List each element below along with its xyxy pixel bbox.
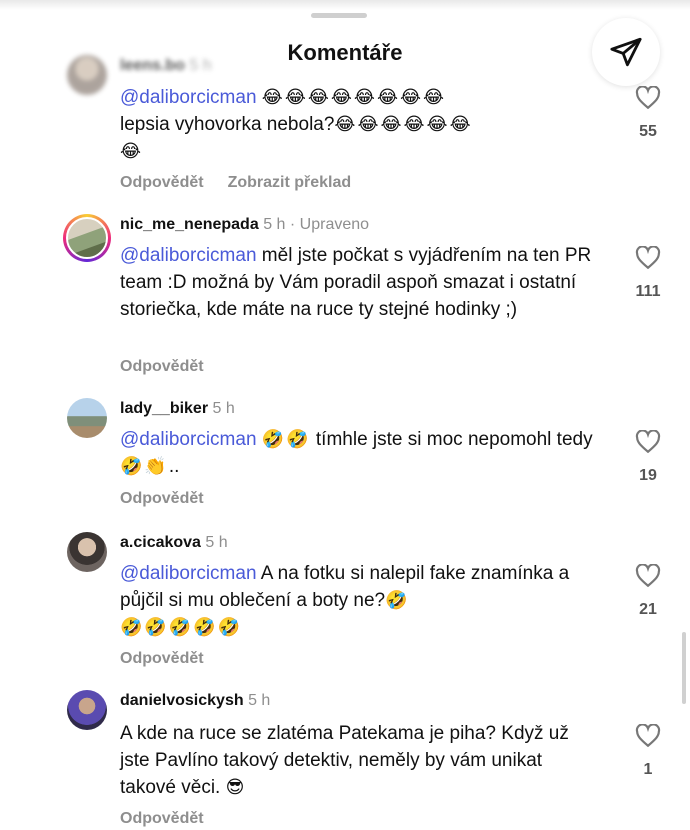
- laughing-emoji: 😂: [120, 141, 144, 162]
- avatar[interactable]: [67, 398, 107, 438]
- reply-button[interactable]: Odpovědět: [120, 490, 204, 507]
- reply-button[interactable]: Odpovědět: [120, 174, 204, 191]
- like-control: 55: [626, 85, 670, 141]
- reply-button[interactable]: Odpovědět: [120, 650, 204, 667]
- sunglasses-emoji: 😎: [225, 777, 247, 798]
- rofl-emoji: 🤣🤣🤣🤣🤣: [120, 617, 243, 638]
- laughing-emoji: 😂😂😂😂😂😂😂😂: [261, 87, 447, 108]
- comments-sheet: Komentáře leens.bo 5 h @daliborcicman 😂😂…: [0, 0, 690, 830]
- mention-link[interactable]: @daliborcicman: [120, 563, 257, 584]
- comment-text: @daliborcicman měl jste počkat s vyjádře…: [120, 245, 592, 320]
- rofl-emoji: 🤣: [385, 590, 410, 611]
- like-control: 21: [626, 563, 670, 619]
- comment-actions: Odpovědět: [120, 358, 204, 376]
- comment-meta: nic_me_nenepada 5 h · Upraveno: [120, 216, 369, 234]
- comment-time: 5 h: [248, 692, 271, 709]
- avatar[interactable]: [67, 532, 107, 572]
- mention-link[interactable]: @daliborcicman: [120, 429, 257, 450]
- heart-icon[interactable]: [635, 429, 661, 454]
- mention-link[interactable]: @daliborcicman: [120, 245, 257, 266]
- share-button[interactable]: [592, 18, 660, 86]
- laughing-emoji: 😂😂😂😂😂😂: [334, 114, 473, 135]
- heart-icon[interactable]: [635, 723, 661, 748]
- heart-icon[interactable]: [635, 563, 661, 588]
- scrollbar[interactable]: [682, 632, 686, 704]
- comment-username[interactable]: danielvosickysh: [120, 692, 244, 709]
- background-fade: [0, 0, 690, 10]
- reply-button[interactable]: Odpovědět: [120, 810, 204, 827]
- rofl-clap-emoji: 🤣👏: [120, 456, 169, 477]
- translate-button[interactable]: Zobrazit překlad: [228, 174, 352, 191]
- like-count: 55: [639, 123, 657, 140]
- paper-plane-icon: [610, 37, 642, 67]
- heart-icon[interactable]: [635, 85, 661, 110]
- comment-actions: Odpovědět: [120, 650, 204, 668]
- like-count: 111: [635, 283, 661, 300]
- comment-meta: a.cicakova 5 h: [120, 534, 228, 552]
- comment-meta: danielvosickysh 5 h: [120, 692, 270, 710]
- like-count: 1: [643, 761, 653, 778]
- comment-time: 5 h: [205, 534, 228, 551]
- sheet-title: Komentáře: [287, 40, 403, 65]
- comment-text: @daliborcicman 🤣🤣 tímhle jste si moc nep…: [120, 429, 593, 477]
- comment-username[interactable]: a.cicakova: [120, 534, 201, 551]
- comment-actions: Odpovědět: [120, 490, 204, 508]
- comment-meta: leens.bo 5 h: [120, 57, 212, 75]
- drag-handle[interactable]: [311, 13, 367, 18]
- avatar: [66, 217, 108, 259]
- heart-icon[interactable]: [635, 245, 661, 270]
- comment-time: 5 h: [263, 216, 286, 233]
- comment-time: 5 h: [212, 400, 235, 417]
- comment-text: @daliborcicman A na fotku si nalepil fak…: [120, 563, 570, 638]
- reply-button[interactable]: Odpovědět: [120, 358, 204, 375]
- comment-time: 5 h: [189, 57, 212, 74]
- comment-text: A kde na ruce se zlatéma Patekama je pih…: [120, 723, 569, 798]
- avatar[interactable]: [67, 690, 107, 730]
- avatar-story-ring[interactable]: [63, 214, 111, 262]
- avatar[interactable]: [67, 55, 107, 95]
- like-control: 19: [626, 429, 670, 485]
- comment-actions: Odpovědět: [120, 810, 204, 828]
- comment-username[interactable]: lady__biker: [120, 400, 208, 417]
- like-control: 111: [626, 245, 670, 301]
- edited-label: · Upraveno: [289, 216, 370, 233]
- comment-username[interactable]: leens.bo: [120, 57, 185, 74]
- like-count: 21: [639, 601, 657, 618]
- comment-meta: lady__biker 5 h: [120, 400, 235, 418]
- rofl-emoji: 🤣🤣: [261, 429, 311, 450]
- like-count: 19: [639, 467, 657, 484]
- comment-actions: Odpovědět Zobrazit překlad: [120, 174, 351, 192]
- like-control: 1: [626, 723, 670, 779]
- comment-text: @daliborcicman 😂😂😂😂😂😂😂😂 lepsia vyhovorka…: [120, 87, 473, 162]
- comment-username[interactable]: nic_me_nenepada: [120, 216, 259, 233]
- mention-link[interactable]: @daliborcicman: [120, 87, 257, 108]
